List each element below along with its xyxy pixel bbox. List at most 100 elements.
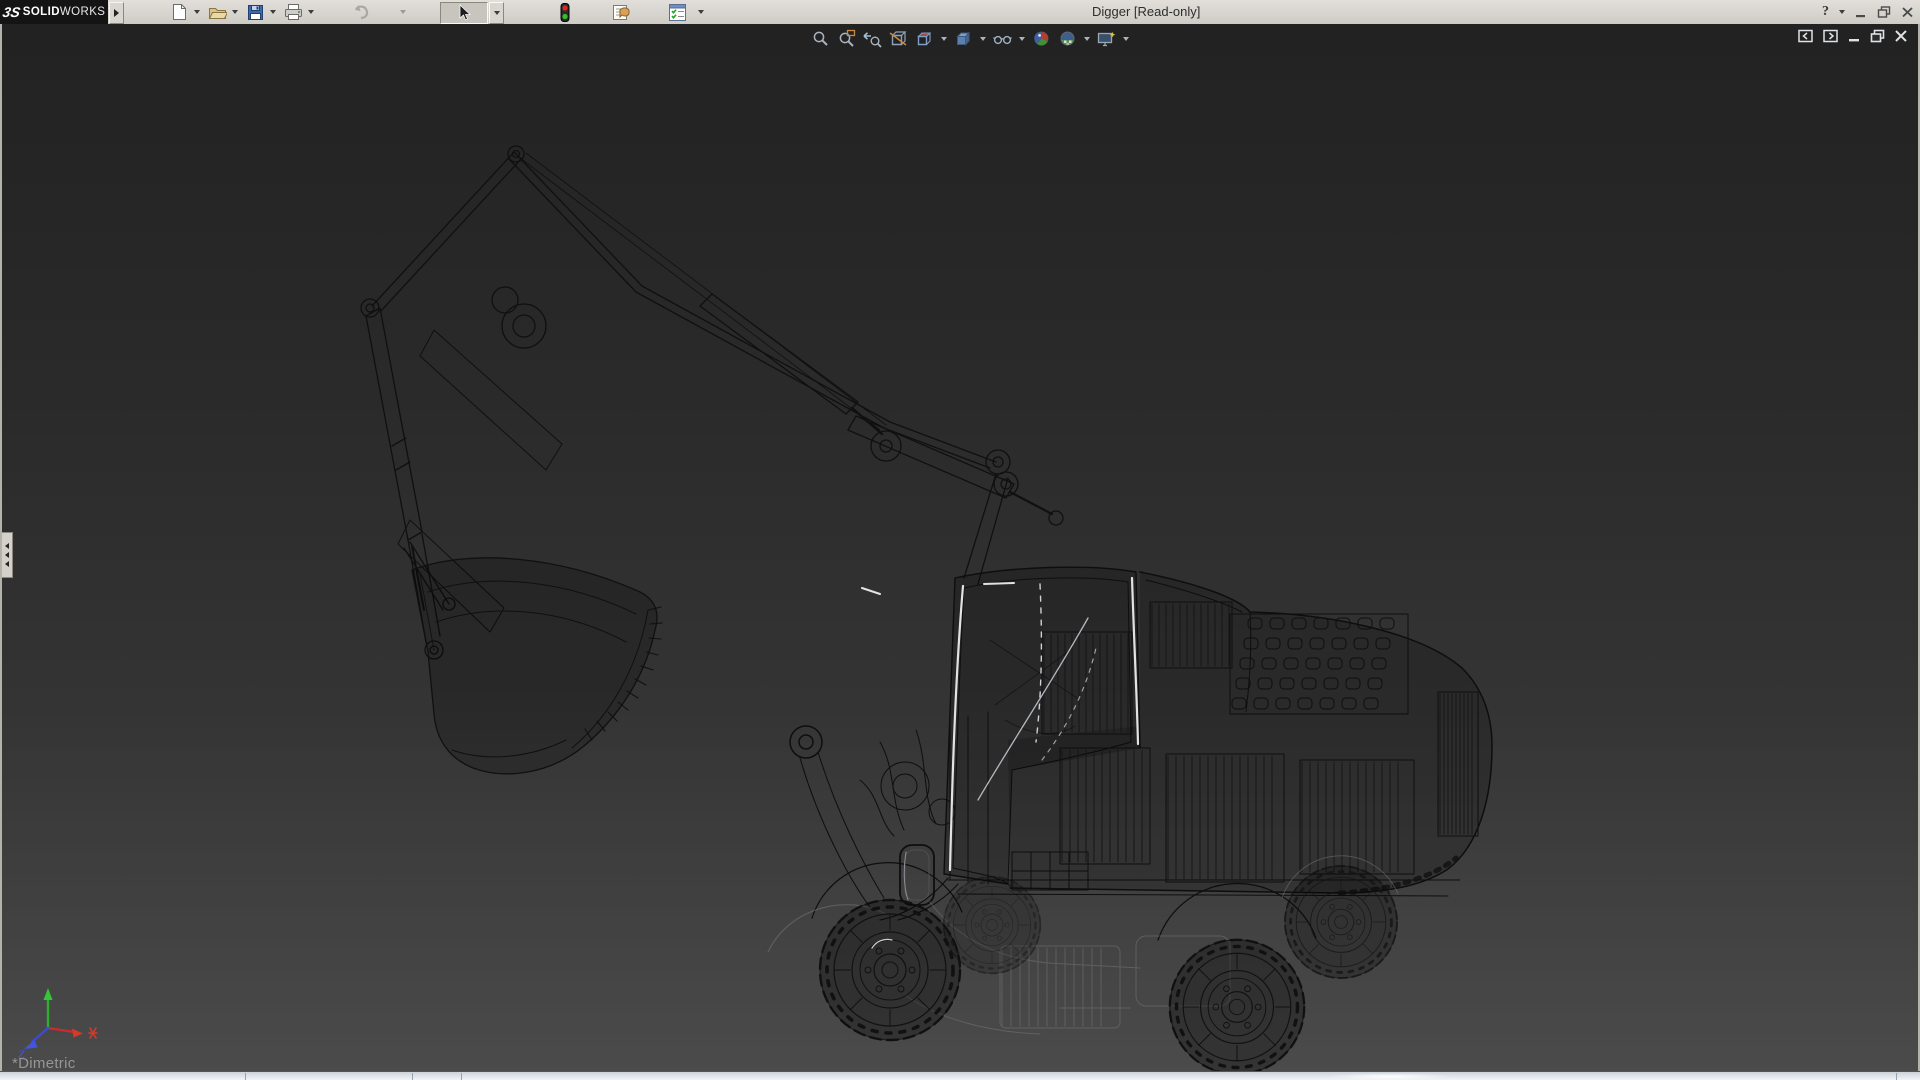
pane-right-icon[interactable] [1823,29,1839,43]
view-orientation-button[interactable] [912,28,936,49]
help-dropdown-icon[interactable] [1839,10,1845,14]
select-tool-button[interactable] [440,2,488,24]
status-divider [1896,1073,1897,1080]
open-dropdown[interactable] [228,2,241,22]
status-divider [245,1073,246,1080]
open-folder-icon [208,3,227,21]
chevron-down-icon [308,10,314,14]
solidworks-logo: 3S SOLID WORKS [0,0,108,24]
status-divider [412,1073,413,1080]
eyeglasses-icon [992,29,1013,48]
chevron-down-icon [494,11,500,15]
minimize-icon[interactable] [1848,29,1861,43]
display-style-dropdown[interactable] [977,28,988,49]
brand-works: WORKS [60,6,105,18]
orientation-triad: Z [8,980,104,1058]
new-document-button[interactable] [168,2,190,22]
chevron-down-icon [194,10,200,14]
view-orientation-label: *Dimetric [12,1055,76,1072]
chevron-down-icon [1084,37,1090,41]
edit-appearance-button[interactable] [1029,28,1053,49]
chevron-down-icon [270,10,276,14]
section-cube-icon [888,29,908,48]
titlebar-controls: ? [1822,0,1914,24]
left-arrow-icon [5,561,9,567]
solidworks-window: 3S SOLID WORKS [0,0,1920,1080]
save-button[interactable] [244,2,266,22]
new-page-icon [171,3,188,21]
traffic-light-icon [560,3,570,22]
feature-pane-expander[interactable] [2,532,13,578]
x-axis-label-star [89,1028,97,1038]
document-window-controls [1798,29,1908,43]
zoom-to-area-button[interactable] [834,28,858,49]
left-arrow-icon [5,543,9,549]
previous-view-button[interactable] [860,28,884,49]
hide-show-items-dropdown[interactable] [1016,28,1027,49]
chevron-down-icon [941,37,947,41]
shaded-cube-icon [953,29,973,48]
display-style-button[interactable] [951,28,975,49]
rebuild-button[interactable] [608,2,634,22]
graphics-viewport[interactable]: Z *Dimetric [0,24,1920,1072]
view-orientation-dropdown[interactable] [938,28,949,49]
z-axis-arrow [24,1040,38,1049]
color-sphere-icon [1032,29,1051,48]
brand-solid: SOLID [23,6,60,18]
wireframe-excavator-model[interactable] [2,24,1918,1072]
floppy-disk-icon [247,4,264,21]
section-view-button[interactable] [886,28,910,49]
view-settings-button[interactable] [1094,28,1118,49]
monitor-icon [1096,29,1117,48]
hide-show-items-button[interactable] [990,28,1014,49]
help-icon[interactable]: ? [1822,4,1829,20]
x-axis-arrow [72,1029,83,1038]
y-axis-arrow [44,988,53,1000]
chevron-down-icon [232,10,238,14]
back-arrow-magnifier-icon [862,29,882,48]
titlebar[interactable]: 3S SOLID WORKS [0,0,1920,25]
print-dropdown[interactable] [304,2,317,22]
undo-arrow-icon [351,3,371,21]
body-group[interactable] [790,572,1492,940]
chevron-down-icon [400,10,406,14]
menu-expander-button[interactable] [109,2,124,24]
print-button[interactable] [282,2,304,22]
save-dropdown[interactable] [266,2,279,22]
options-dropdown[interactable] [694,2,707,22]
magnifier-area-icon [837,29,856,48]
undo-dropdown[interactable] [396,2,409,22]
close-icon[interactable] [1894,29,1908,43]
window-title: Digger [Read-only] [1092,0,1200,24]
undo-button[interactable] [350,2,372,22]
chevron-down-icon [1019,37,1025,41]
left-arrow-icon [5,552,9,558]
chevron-down-icon [698,10,704,14]
zoom-to-fit-button[interactable] [808,28,832,49]
restore-icon[interactable] [1877,6,1891,18]
minimize-icon[interactable] [1855,6,1867,18]
status-divider [461,1073,462,1080]
status-bar-glow [1330,1073,1450,1080]
close-icon[interactable] [1901,6,1914,18]
select-tool-dropdown[interactable] [489,2,504,24]
view-settings-dropdown[interactable] [1120,28,1131,49]
pane-left-icon[interactable] [1798,29,1814,43]
orientation-cube-icon [914,29,934,48]
heads-up-view-toolbar [808,28,1131,49]
apply-scene-dropdown[interactable] [1081,28,1092,49]
chevron-down-icon [1123,37,1129,41]
cursor-arrow-icon [456,4,472,22]
open-button[interactable] [206,2,228,22]
bucket-group[interactable] [404,534,662,774]
options-button[interactable] [664,2,690,22]
new-document-dropdown[interactable] [190,2,203,22]
scene-globe-icon [1058,29,1077,48]
apply-scene-button[interactable] [1055,28,1079,49]
status-bar [0,1071,1920,1080]
magnifier-icon [811,29,830,48]
printer-icon [284,3,303,21]
restore-icon[interactable] [1870,29,1885,43]
rebuild-sheet-icon [610,3,632,22]
stop-light-button[interactable] [554,2,576,22]
